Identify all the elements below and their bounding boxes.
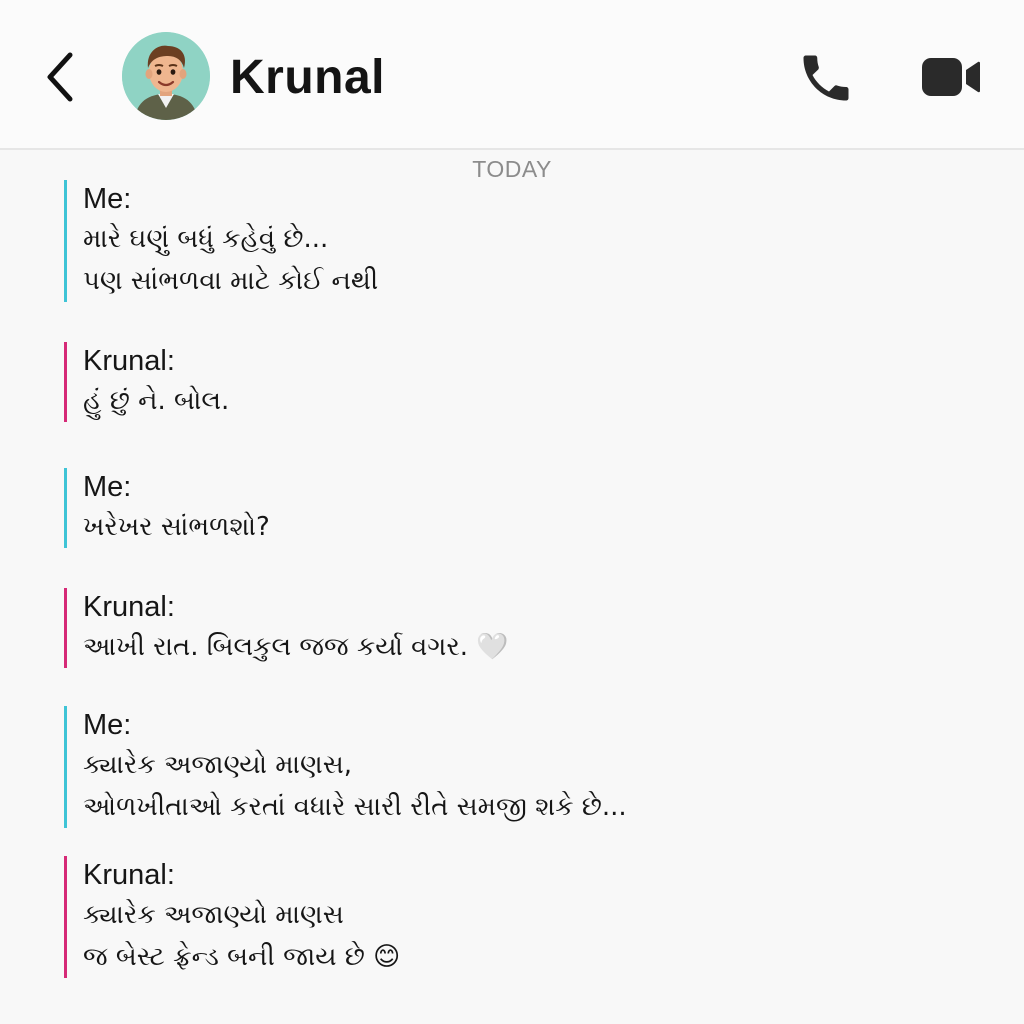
message-item[interactable]: Krunal: આખી રાત. બિલકુલ જજ કર્યા વગર. 🤍 [64,588,964,668]
message-sender: Krunal: [83,345,175,377]
message-text: ખરેખર સાંભળશો? [83,512,270,542]
message-sender: Krunal: [83,591,175,623]
voice-call-button[interactable] [796,48,856,108]
phone-icon [803,55,849,101]
chat-header: Krunal [0,0,1024,150]
back-button[interactable] [40,50,84,104]
message-text: પણ સાંભળવા માટે કોઈ નથી [83,266,379,296]
message-sender: Krunal: [83,859,175,891]
message-item[interactable]: Me: ક્યારેક અજાણ્યો માણસ, ઓળખીતાઓ કરતાં … [64,706,964,828]
message-text: આખી રાત. બિલકુલ જજ કર્યા વગર. 🤍 [83,632,509,662]
message-item[interactable]: Me: ખરેખર સાંભળશો? [64,468,964,548]
message-item[interactable]: Krunal: ક્યારેક અજાણ્યો માણસ જ બેસ્ટ ફ્ર… [64,856,964,978]
video-camera-icon [922,58,980,96]
message-item[interactable]: Me: મારે ઘણું બધું કહેવું છે... પણ સાંભળ… [64,180,964,302]
contact-name[interactable]: Krunal [230,48,385,108]
message-sender: Me: [83,709,132,741]
message-text: ક્યારેક અજાણ્યો માણસ, [83,750,353,780]
date-separator: TODAY [472,156,552,182]
message-sender: Me: [83,183,132,215]
message-text: હું છું ને. બોલ. [83,386,230,416]
chevron-left-icon [47,52,73,102]
message-text: મારે ઘણું બધું કહેવું છે... [83,224,329,254]
video-call-button[interactable] [920,52,982,102]
message-text: ક્યારેક અજાણ્યો માણસ [83,900,344,930]
message-item[interactable]: Krunal: હું છું ને. બોલ. [64,342,964,422]
avatar[interactable] [122,32,210,120]
message-sender: Me: [83,471,132,503]
message-text: જ બેસ્ટ ફ્રેન્ડ બની જાય છે 😊 [83,942,401,972]
message-text: ઓળખીતાઓ કરતાં વધારે સારી રીતે સમજી શકે છ… [83,792,627,822]
